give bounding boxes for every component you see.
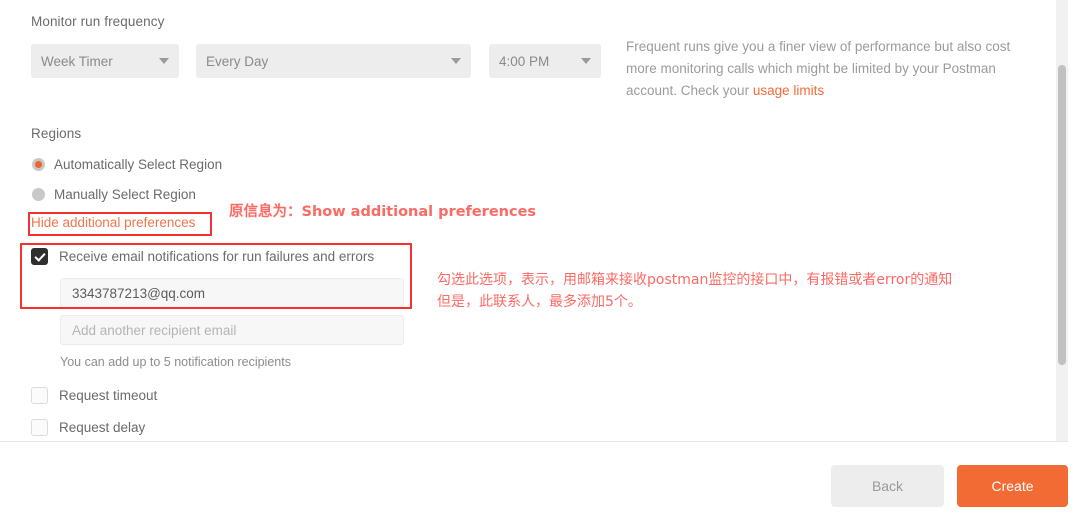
timer-type-select-value: Week Timer (41, 53, 113, 69)
chevron-down-icon (581, 58, 591, 64)
request-timeout-label: Request timeout (59, 388, 158, 403)
usage-limits-link[interactable]: usage limits (753, 83, 824, 98)
request-timeout-checkbox-row[interactable]: Request timeout (31, 387, 157, 404)
time-select[interactable]: 4:00 PM (489, 44, 601, 78)
checkbox-unchecked-icon (31, 387, 48, 404)
day-select-value: Every Day (206, 53, 269, 69)
chevron-down-icon (451, 58, 461, 64)
email-notifications-checkbox-row[interactable]: Receive email notifications for run fail… (31, 248, 374, 265)
recipients-helper-text: You can add up to 5 notification recipie… (60, 355, 291, 369)
timer-type-select[interactable]: Week Timer (31, 44, 179, 78)
create-button[interactable]: Create (957, 465, 1068, 507)
toggle-additional-preferences[interactable]: Hide additional preferences (31, 215, 195, 230)
vertical-scrollbar[interactable] (1056, 0, 1068, 441)
region-option-automatic-label: Automatically Select Region (54, 157, 223, 172)
email-notifications-label: Receive email notifications for run fail… (59, 249, 375, 264)
frequency-info-text: Frequent runs give you a finer view of p… (626, 36, 1041, 102)
recipient-email-input[interactable] (60, 278, 404, 308)
region-option-manual[interactable]: Manually Select Region (32, 187, 196, 202)
request-delay-checkbox-row[interactable]: Request delay (31, 419, 145, 436)
region-option-automatic[interactable]: Automatically Select Region (32, 157, 222, 172)
add-recipient-email-input[interactable] (60, 315, 404, 345)
regions-label: Regions (31, 126, 82, 141)
request-delay-label: Request delay (59, 420, 146, 435)
time-select-value: 4:00 PM (499, 53, 550, 69)
radio-unselected-icon (32, 188, 45, 201)
settings-scroll-pane: Monitor run frequency Week Timer Every D… (0, 0, 1068, 441)
monitor-run-frequency-label: Monitor run frequency (31, 14, 165, 29)
day-select[interactable]: Every Day (196, 44, 471, 78)
back-button[interactable]: Back (831, 465, 944, 507)
vertical-scrollbar-thumb[interactable] (1058, 65, 1066, 365)
chevron-down-icon (159, 58, 169, 64)
region-option-manual-label: Manually Select Region (54, 187, 196, 202)
checkbox-checked-icon (31, 248, 48, 265)
monitor-settings-screen: Monitor run frequency Week Timer Every D… (0, 0, 1080, 532)
footer-divider (0, 441, 1068, 442)
checkbox-unchecked-icon (31, 419, 48, 436)
radio-selected-icon (32, 158, 45, 171)
